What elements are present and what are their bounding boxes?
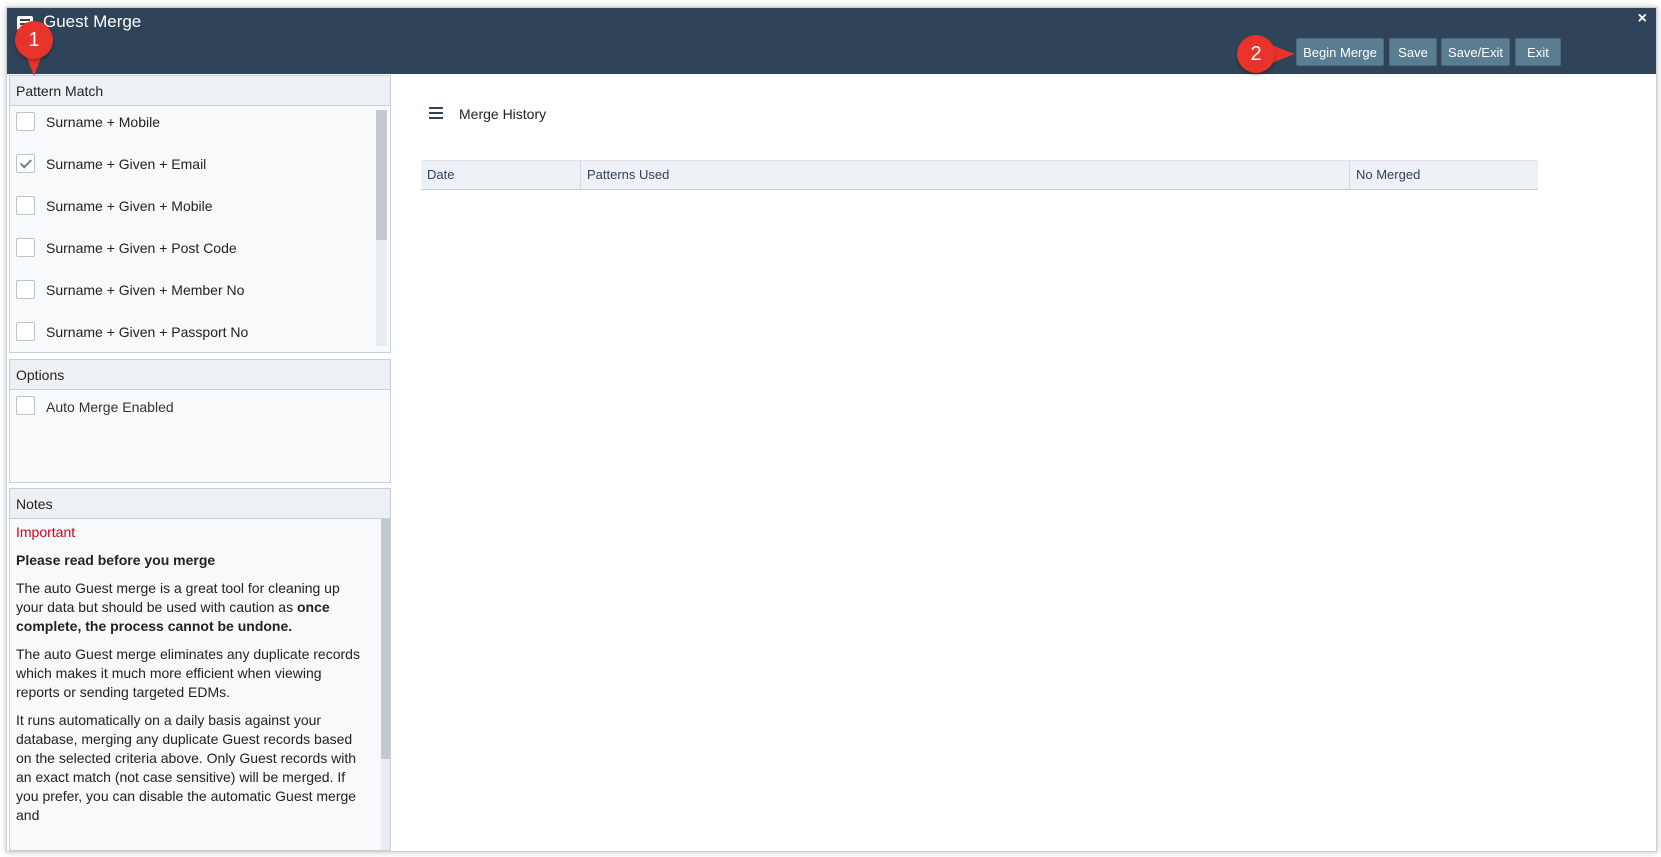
checkbox-label: Surname + Mobile <box>46 114 161 130</box>
checkbox-label: Surname + Given + Passport No <box>46 324 249 340</box>
save-exit-button[interactable]: Save/Exit <box>1441 38 1510 66</box>
checkbox[interactable] <box>16 196 35 215</box>
notes-text: The auto Guest merge is a great tool for… <box>16 580 340 615</box>
merge-history-header: Merge History <box>421 103 821 129</box>
checkbox-label: Surname + Given + Post Code <box>46 240 237 256</box>
checkbox[interactable] <box>16 238 35 257</box>
checkbox-label: Surname + Given + Mobile <box>46 198 213 214</box>
column-header-no-merged[interactable]: No Merged <box>1350 161 1538 189</box>
checkbox[interactable] <box>16 112 35 131</box>
pattern-match-scrollbar[interactable] <box>376 110 387 346</box>
list-item: Surname + Mobile <box>10 106 390 148</box>
pattern-match-panel: Pattern Match Surname + Mobile Surname +… <box>9 75 391 353</box>
begin-merge-button[interactable]: Begin Merge <box>1296 38 1384 66</box>
notes-paragraph: It runs automatically on a daily basis a… <box>16 712 357 823</box>
checkbox-label: Surname + Given + Email <box>46 156 207 172</box>
list-item: Surname + Given + Mobile <box>10 190 390 232</box>
guest-merge-window: Guest Merge × Begin Merge Save Save/Exit… <box>6 7 1657 852</box>
checkbox-label: Auto Merge Enabled <box>46 399 174 415</box>
options-header: Options <box>10 360 390 390</box>
checkbox[interactable] <box>16 322 35 341</box>
hamburger-menu-icon[interactable] <box>429 107 443 119</box>
callout-marker-1: 1 <box>15 21 53 59</box>
list-item: Surname + Given + Member No <box>10 274 390 316</box>
checkbox-label: Surname + Given + Member No <box>46 282 245 298</box>
title-bar: Guest Merge × Begin Merge Save Save/Exit… <box>7 8 1656 74</box>
column-header-patterns-used[interactable]: Patterns Used <box>581 161 1349 189</box>
list-item: Surname + Given + Passport No <box>10 316 390 352</box>
save-button[interactable]: Save <box>1389 38 1437 66</box>
notes-scrollbar[interactable] <box>381 519 390 850</box>
notes-paragraph: The auto Guest merge eliminates any dupl… <box>16 646 360 700</box>
pattern-match-list: Surname + Mobile Surname + Given + Email… <box>10 106 390 352</box>
close-icon[interactable]: × <box>1638 10 1647 28</box>
exit-button[interactable]: Exit <box>1515 38 1561 66</box>
notes-header: Notes <box>10 489 390 519</box>
merge-history-title: Merge History <box>459 106 547 122</box>
scrollbar-thumb[interactable] <box>376 110 387 240</box>
pattern-match-header: Pattern Match <box>10 76 390 106</box>
merge-history-grid-header: Date Patterns Used No Merged <box>421 160 1538 190</box>
list-item: Auto Merge Enabled <box>10 392 390 434</box>
list-item: Surname + Given + Email <box>10 148 390 190</box>
window-title: Guest Merge <box>43 12 142 31</box>
checkbox[interactable] <box>16 396 35 415</box>
column-header-date[interactable]: Date <box>421 161 581 189</box>
important-label: Important <box>16 524 76 540</box>
notes-panel: Notes Important Please read before you m… <box>9 488 391 851</box>
checkbox[interactable] <box>16 280 35 299</box>
scrollbar-thumb[interactable] <box>381 519 390 759</box>
list-item: Surname + Given + Post Code <box>10 232 390 274</box>
callout-marker-2: 2 <box>1237 35 1275 73</box>
notes-content: Important Please read before you merge T… <box>10 519 370 838</box>
checkbox[interactable] <box>16 154 35 173</box>
notes-paragraph: The auto Guest merge is a great tool for… <box>16 579 364 636</box>
options-panel: Options Auto Merge Enabled <box>9 359 391 483</box>
notes-subheading: Please read before you merge <box>16 552 216 568</box>
